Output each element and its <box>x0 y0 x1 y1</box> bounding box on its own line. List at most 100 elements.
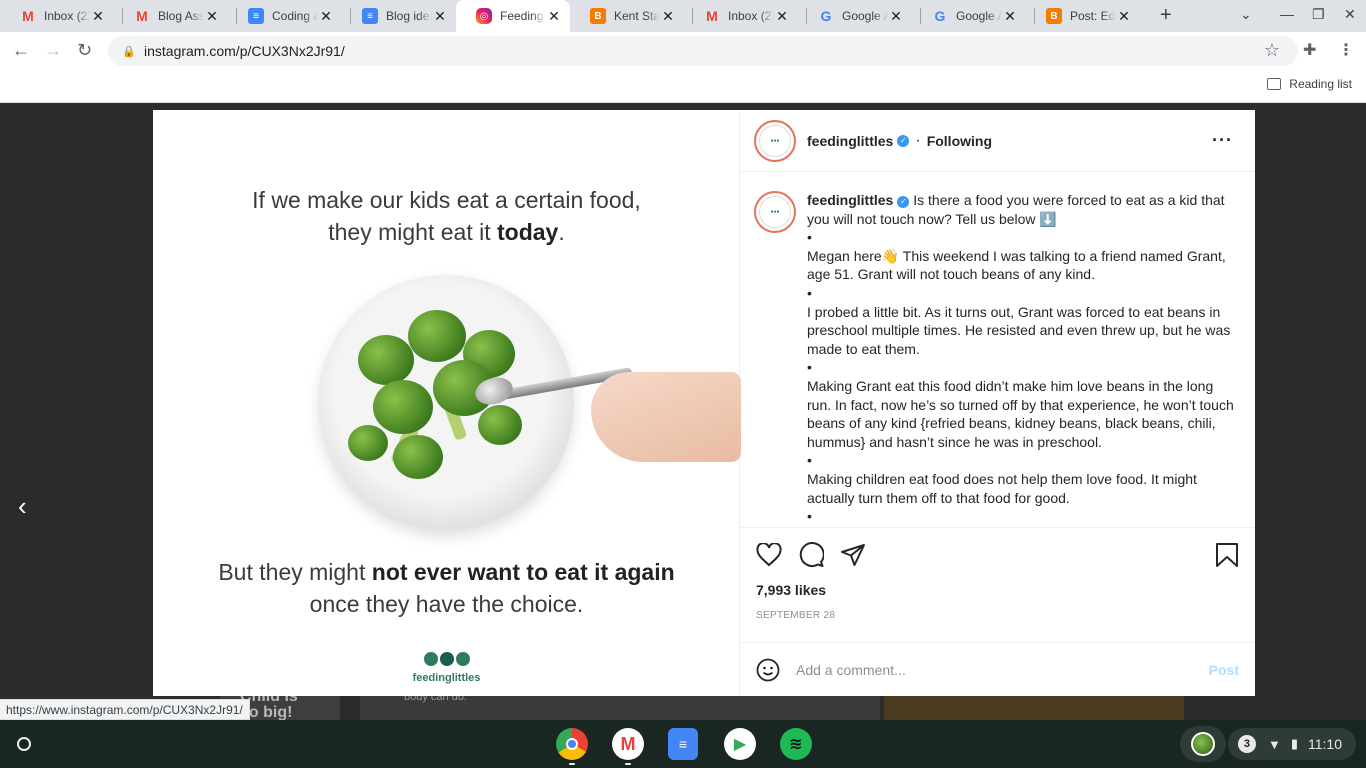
close-tab-icon[interactable]: ✕ <box>204 8 220 25</box>
logo-mark-icon <box>423 652 470 666</box>
tab-title: Coding a <box>272 9 318 23</box>
bookmarks-bar: Reading list <box>0 70 1366 103</box>
running-indicator <box>625 763 631 765</box>
address-bar[interactable]: 🔒 instagram.com/p/CUX3Nx2Jr91/ ☆ <box>108 36 1298 66</box>
wifi-icon: ▼ <box>1267 736 1281 752</box>
minimize-icon[interactable]: — <box>1280 6 1294 22</box>
close-tab-icon[interactable]: ✕ <box>774 8 790 25</box>
restore-icon[interactable]: ❐ <box>1312 6 1325 23</box>
caption-paragraph: Making Grant eat this food didn’t make h… <box>807 377 1234 450</box>
broccoli-bowl-illustration <box>318 275 574 531</box>
close-window-icon[interactable]: ✕ <box>1344 6 1356 23</box>
close-tab-icon[interactable]: ✕ <box>1002 8 1018 25</box>
post-actions: 7,993 likes SEPTEMBER 28 <box>740 527 1255 621</box>
feedinglittles-logo: feedinglittles <box>153 652 740 684</box>
share-icon[interactable] <box>840 543 866 567</box>
separator-dot: · <box>915 131 921 149</box>
emoji-icon[interactable] <box>756 658 780 682</box>
broccoli-floret <box>373 380 433 434</box>
google-icon: G <box>820 8 832 24</box>
tab-title: Google A <box>956 9 1002 23</box>
image-top-text: If we make our kids eat a certain food, … <box>153 184 740 248</box>
tab-search-icon[interactable]: ⌄ <box>1240 6 1252 23</box>
close-tab-icon[interactable]: ✕ <box>888 8 904 25</box>
close-tab-icon[interactable]: ✕ <box>318 8 334 25</box>
bookmark-icon[interactable] <box>1215 542 1239 568</box>
reading-list-button[interactable]: Reading list <box>1267 77 1352 91</box>
following-button[interactable]: Following <box>927 133 992 149</box>
bookmark-star-icon[interactable]: ☆ <box>1264 40 1280 61</box>
docs-icon: ≡ <box>362 8 378 24</box>
image-line-3-plain: But they might <box>218 559 372 585</box>
launcher-icon <box>17 737 31 751</box>
browser-tab[interactable]: G Google A ✕ <box>798 0 912 32</box>
image-line-1: If we make our kids eat a certain food, <box>252 187 641 213</box>
more-options-icon[interactable]: ··· <box>1212 130 1233 151</box>
action-icons <box>756 528 1239 582</box>
broccoli-floret <box>408 310 466 362</box>
broccoli-floret <box>358 335 414 385</box>
close-tab-icon[interactable]: ✕ <box>432 8 448 25</box>
blogger-icon: B <box>1046 8 1062 24</box>
close-tab-icon[interactable]: ✕ <box>546 8 562 25</box>
browser-tab[interactable]: M Inbox (2) ✕ <box>684 0 798 32</box>
heart-icon[interactable] <box>756 543 782 567</box>
avatar-logo-icon: ●●● <box>759 196 791 228</box>
caption-area[interactable]: ●●● feedinglittles ✓ Is there a food you … <box>740 173 1255 527</box>
caption-username-link[interactable]: feedinglittles <box>807 192 893 208</box>
image-line-4: once they have the choice. <box>309 591 584 617</box>
avatar[interactable]: ●●● <box>754 119 796 162</box>
image-line-3-bold: not ever want to eat it again <box>371 559 675 585</box>
post-image[interactable]: If we make our kids eat a certain food, … <box>153 110 741 696</box>
reload-icon[interactable]: ↻ <box>77 40 92 61</box>
tab-title: Kent Stat <box>614 9 660 23</box>
broccoli-floret <box>348 425 388 461</box>
broccoli-floret <box>478 405 522 445</box>
close-tab-icon[interactable]: ✕ <box>90 8 106 25</box>
browser-tab[interactable]: G Google A ✕ <box>912 0 1026 32</box>
menu-icon[interactable]: ⋮ <box>1338 40 1354 60</box>
back-icon[interactable]: ← <box>12 40 30 61</box>
username-link[interactable]: feedinglittles <box>807 133 893 149</box>
browser-tab[interactable]: B Kent Stat ✕ <box>570 0 684 32</box>
extensions-icon[interactable]: ✚ <box>1303 40 1316 60</box>
post-comment-button[interactable]: Post <box>1209 662 1239 678</box>
spotify-icon[interactable]: ≋ <box>780 728 812 760</box>
close-tab-icon[interactable]: ✕ <box>1116 8 1132 25</box>
hand-illustration <box>591 372 741 462</box>
browser-tab[interactable]: ≡ Blog idea ✕ <box>342 0 456 32</box>
url-text[interactable]: instagram.com/p/CUX3Nx2Jr91/ <box>144 43 345 59</box>
browser-tab[interactable]: M Inbox (2) ✕ <box>0 0 114 32</box>
blogger-icon: B <box>590 8 606 24</box>
browser-tab[interactable]: M Blog Assi ✕ <box>114 0 228 32</box>
post-modal: If we make our kids eat a certain food, … <box>153 110 1255 696</box>
browser-tab[interactable]: ≡ Coding a ✕ <box>228 0 342 32</box>
tab-title: Blog Assi <box>158 9 204 23</box>
tab-title: Feeding L <box>500 9 546 23</box>
likes-count[interactable]: 7,993 likes <box>756 582 1239 598</box>
browser-tab[interactable]: B Post: Edi ✕ <box>1026 0 1140 32</box>
tote-holding-space[interactable] <box>1180 726 1226 762</box>
comment-icon[interactable] <box>798 542 824 568</box>
docs-icon[interactable]: ≡ <box>668 728 698 760</box>
caption-bullet: • <box>807 359 812 376</box>
comment-input[interactable] <box>796 661 1209 678</box>
new-tab-icon[interactable]: + <box>1160 4 1172 27</box>
status-tray[interactable]: 3 ▼ ▮ 11:10 <box>1227 728 1356 760</box>
gmail-icon[interactable]: M <box>612 728 644 760</box>
verified-badge-icon: ✓ <box>897 196 910 208</box>
image-line-2-plain: they might eat it <box>328 219 497 245</box>
notification-count-badge: 3 <box>1237 735 1256 753</box>
browser-tab-active[interactable]: ◎ Feeding L ✕ <box>456 0 570 32</box>
forward-icon[interactable]: → <box>44 40 62 61</box>
avatar[interactable]: ●●● <box>754 191 796 233</box>
post-date[interactable]: SEPTEMBER 28 <box>756 610 1239 621</box>
play-store-icon[interactable]: ▶ <box>724 728 756 760</box>
launcher-button[interactable] <box>8 728 40 760</box>
chrome-icon[interactable] <box>556 728 588 760</box>
tab-title: Blog idea <box>386 9 432 23</box>
lock-icon[interactable]: 🔒 <box>122 45 136 58</box>
close-tab-icon[interactable]: ✕ <box>660 8 676 25</box>
battery-icon: ▮ <box>1290 736 1298 751</box>
previous-post-chevron-icon[interactable]: ‹ <box>18 491 27 522</box>
